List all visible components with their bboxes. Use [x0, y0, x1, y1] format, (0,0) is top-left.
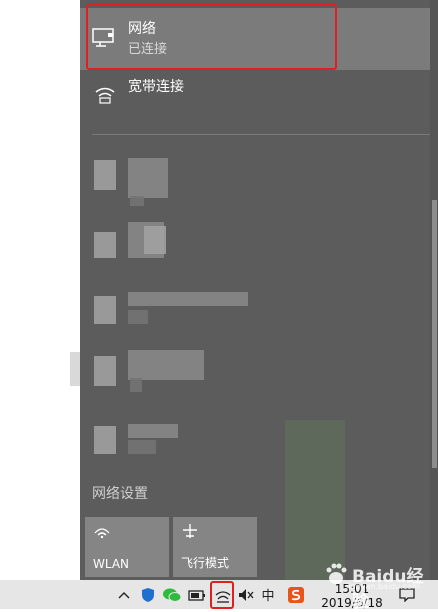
wlan-toggle[interactable]: WLAN [85, 517, 169, 577]
network-flyout: 网络 已连接 宽带连接 网络设置 WLAN 飞行模式 [80, 0, 438, 580]
battery-icon[interactable] [186, 580, 208, 609]
window-edge [70, 352, 80, 386]
volume-muted-icon[interactable] [236, 580, 256, 609]
blurred-overlay [285, 420, 345, 580]
shield-icon[interactable] [138, 580, 158, 609]
network-item-broadband[interactable]: 宽带连接 [80, 70, 430, 126]
baidu-paw-icon [326, 563, 347, 584]
wechat-icon[interactable] [160, 580, 184, 609]
show-hidden-icons-icon[interactable] [114, 580, 134, 609]
divider [92, 134, 430, 135]
highlight-box [86, 4, 337, 70]
wifi-icon [94, 528, 110, 539]
sogou-input-icon[interactable] [286, 580, 306, 609]
network-name: 宽带连接 [128, 79, 184, 95]
desktop-area [0, 0, 80, 580]
watermark-url: jingyan.baidu.com [346, 582, 420, 591]
airplane-mode-toggle[interactable]: 飞行模式 [173, 517, 257, 577]
baidu-watermark: Baidu经验 jingyan.baidu.com [316, 560, 436, 612]
airplane-icon [183, 524, 197, 538]
highlight-box [210, 581, 234, 609]
tile-label: 飞行模式 [181, 556, 230, 570]
ime-indicator[interactable]: 中 [258, 580, 278, 609]
scrollbar-thumb[interactable] [432, 200, 437, 468]
tile-label: WLAN [93, 557, 130, 571]
network-settings-link[interactable]: 网络设置 [92, 483, 148, 503]
dialup-icon [95, 87, 115, 104]
